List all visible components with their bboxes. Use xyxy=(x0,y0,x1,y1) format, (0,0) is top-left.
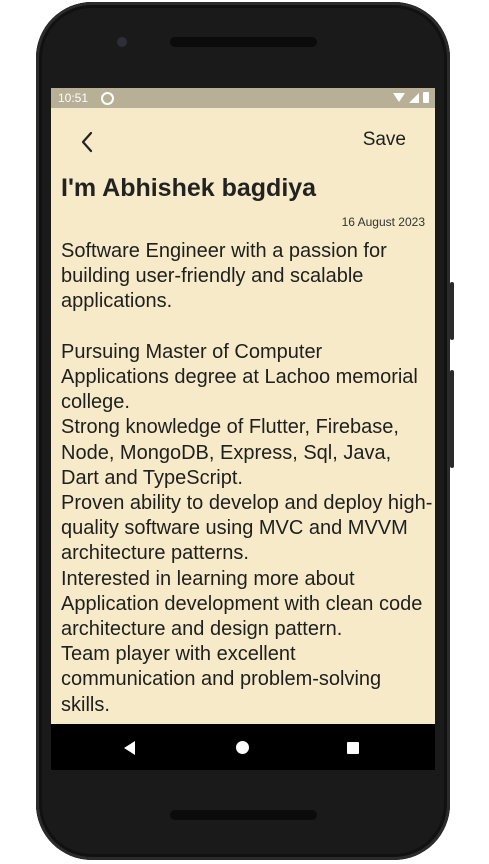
bottom-speaker xyxy=(170,810,317,820)
wifi-icon xyxy=(393,93,405,102)
status-icons xyxy=(393,92,429,103)
status-bar: 10:51 xyxy=(51,88,435,108)
nav-recents-icon[interactable] xyxy=(347,742,359,754)
signal-icon xyxy=(409,92,419,103)
power-button xyxy=(450,282,454,340)
chevron-left-icon xyxy=(81,131,93,153)
front-camera xyxy=(117,37,127,47)
navigation-bar xyxy=(51,724,435,770)
note-body[interactable]: Software Engineer with a passion for bui… xyxy=(61,239,433,718)
nav-home-icon[interactable] xyxy=(236,741,249,754)
note-date: 16 August 2023 xyxy=(341,215,425,229)
volume-button xyxy=(450,370,454,468)
earpiece-speaker xyxy=(170,37,317,47)
sync-icon xyxy=(101,92,114,105)
battery-icon xyxy=(423,92,429,103)
status-time: 10:51 xyxy=(58,91,89,105)
back-button[interactable] xyxy=(75,128,99,156)
screen: 10:51 Save I'm Abhishek bagdiya 16 Augus… xyxy=(51,88,435,770)
save-button[interactable]: Save xyxy=(363,129,406,151)
nav-back-icon[interactable] xyxy=(124,741,135,755)
note-title[interactable]: I'm Abhishek bagdiya xyxy=(61,174,316,203)
